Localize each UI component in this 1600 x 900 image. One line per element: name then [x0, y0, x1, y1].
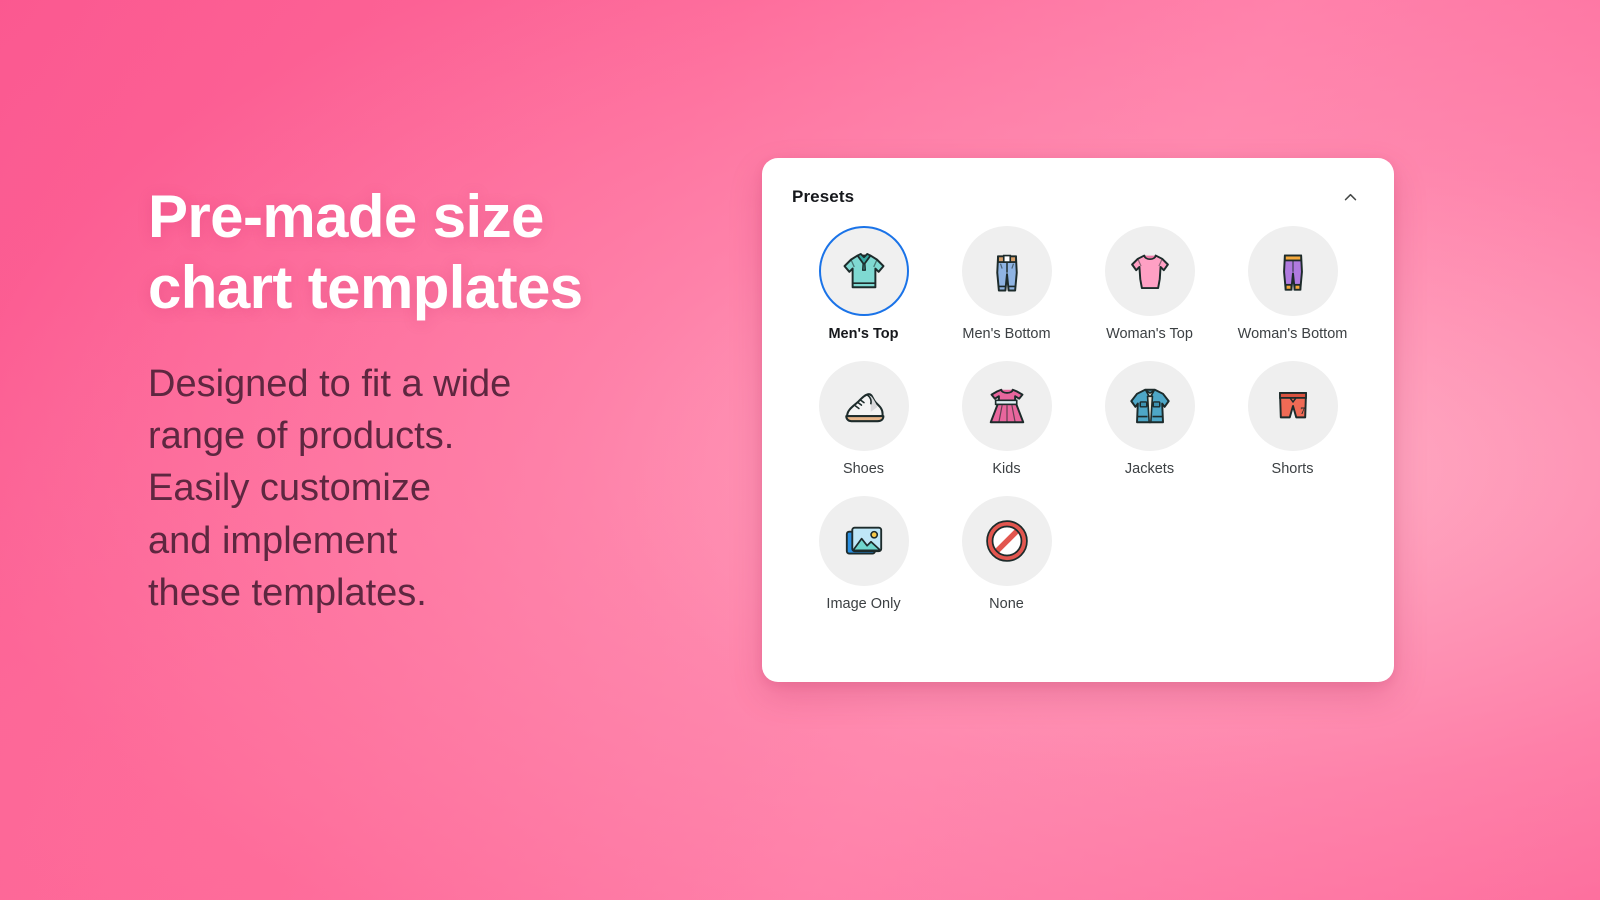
preset-label: Image Only [826, 596, 901, 612]
svg-text:7: 7 [1300, 406, 1305, 416]
preset-swatch: 7 [1247, 361, 1338, 451]
dress-icon [981, 380, 1033, 432]
preset-label: None [989, 596, 1024, 612]
collapse-presets-button[interactable] [1336, 183, 1364, 211]
preset-swatch [1247, 226, 1338, 316]
preset-shorts[interactable]: 7 Shorts [1221, 361, 1364, 477]
preset-womans-bottom[interactable]: Woman's Bottom [1221, 226, 1364, 342]
preset-label: Woman's Bottom [1237, 326, 1348, 342]
prohibited-icon [982, 516, 1032, 566]
preset-swatch [961, 226, 1052, 316]
preset-swatch [961, 496, 1052, 586]
shorts-icon: 7 [1267, 380, 1319, 432]
preset-label: Kids [992, 461, 1021, 477]
preset-none[interactable]: None [935, 496, 1078, 612]
preset-swatch [818, 496, 909, 586]
preset-image-only[interactable]: Image Only [792, 496, 935, 612]
preset-shoes[interactable]: Shoes [792, 361, 935, 477]
preset-label: Shoes [842, 461, 885, 477]
preset-swatch [1104, 361, 1195, 451]
preset-label: Woman's Top [1106, 326, 1193, 342]
promo-banner: Pre-made size chart templates Designed t… [0, 0, 1600, 900]
preset-label: Jackets [1124, 461, 1175, 477]
hero-copy: Pre-made size chart templates Designed t… [148, 182, 748, 620]
presets-card-header: Presets [792, 184, 1364, 210]
denim-jacket-icon [1124, 380, 1176, 432]
chevron-up-icon [1342, 189, 1359, 206]
preset-mens-top[interactable]: Men's Top [792, 226, 935, 342]
presets-grid: Men's Top Men's Bottom Woman's Top Woman… [792, 226, 1364, 612]
preset-swatch [1104, 226, 1195, 316]
preset-swatch [818, 226, 909, 316]
polo-shirt-icon [838, 245, 890, 297]
preset-label: Shorts [1271, 461, 1314, 477]
preset-label: Men's Bottom [962, 326, 1051, 342]
preset-jackets[interactable]: Jackets [1078, 361, 1221, 477]
preset-womans-top[interactable]: Woman's Top [1078, 226, 1221, 342]
preset-kids[interactable]: Kids [935, 361, 1078, 477]
hero-subtitle: Designed to fit a wide range of products… [148, 362, 512, 615]
leggings-icon [1267, 245, 1319, 297]
preset-swatch [961, 361, 1052, 451]
preset-label: Men's Top [828, 326, 899, 342]
preset-mens-bottom[interactable]: Men's Bottom [935, 226, 1078, 342]
presets-card: Presets Men's Top Men's Bottom Woman's T… [762, 158, 1394, 682]
womens-tshirt-icon [1124, 245, 1176, 297]
preset-swatch [818, 361, 909, 451]
presets-title: Presets [792, 187, 855, 206]
jeans-icon [981, 245, 1033, 297]
picture-icon [839, 516, 889, 566]
page-title: Pre-made size chart templates [148, 183, 583, 321]
sneaker-icon [837, 379, 891, 433]
